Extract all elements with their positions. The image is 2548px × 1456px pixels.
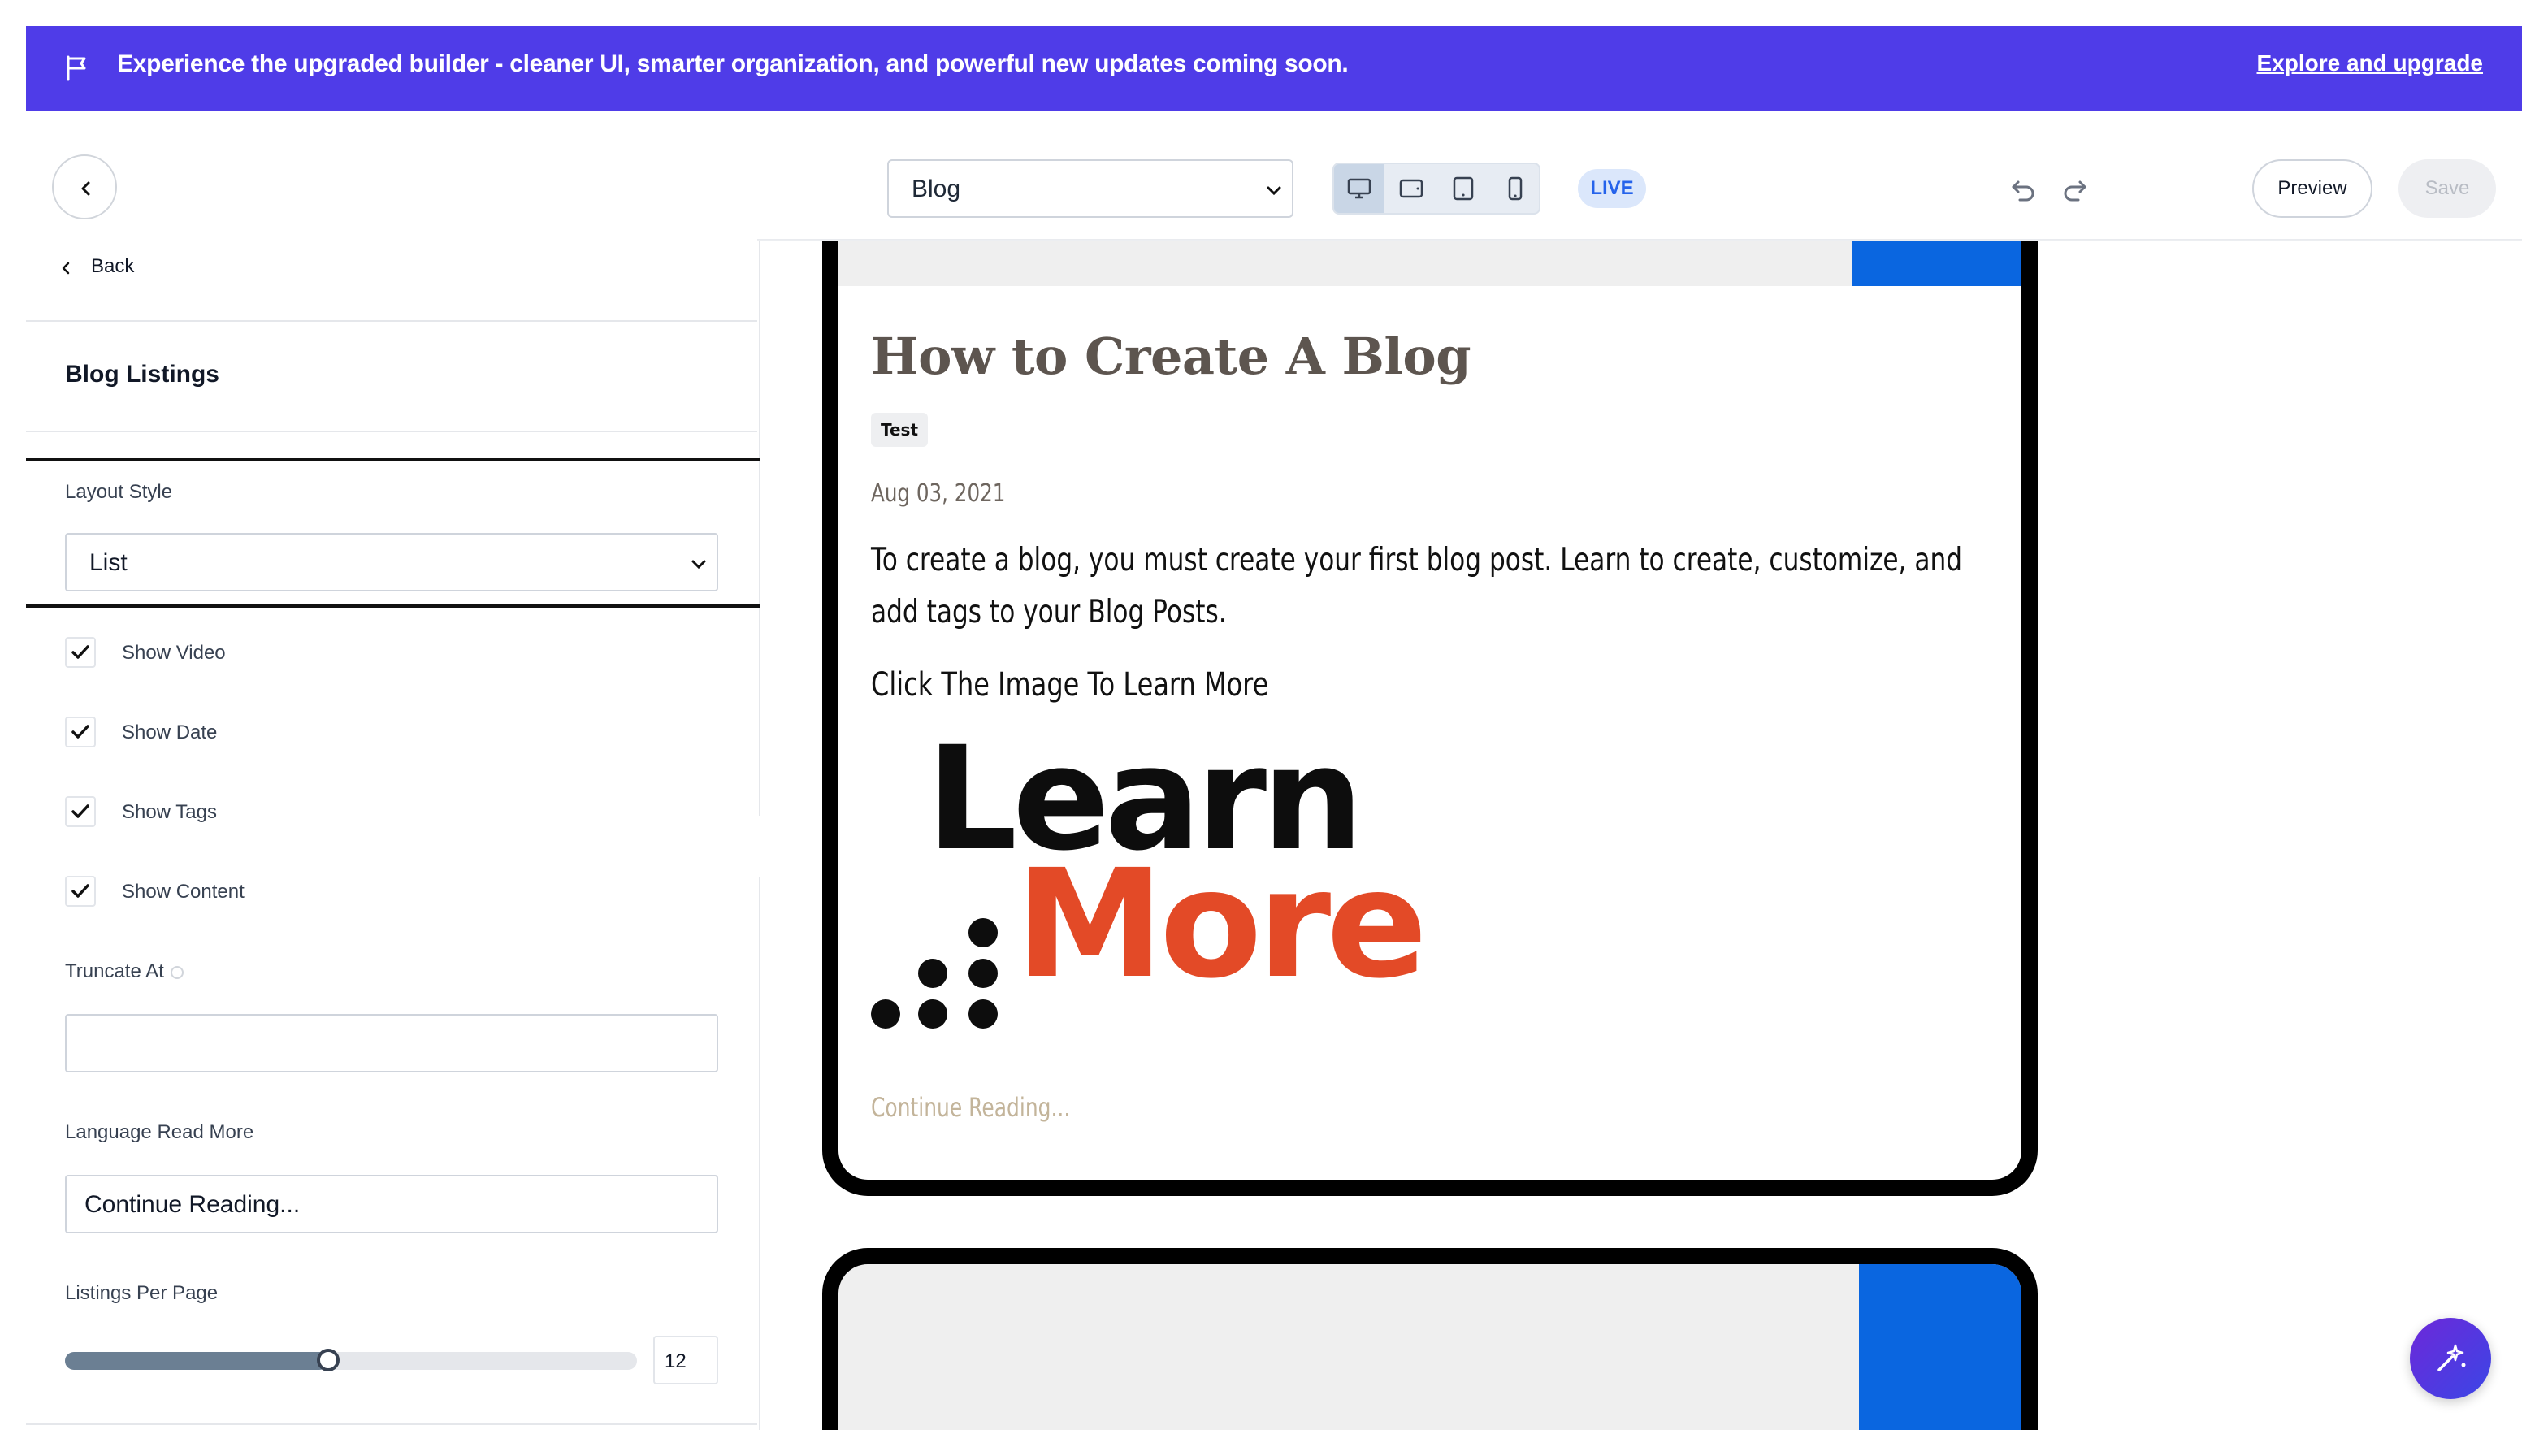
device-desktop-button[interactable] [1334,164,1384,213]
check-icon [72,884,89,898]
chevron-left-icon [62,262,70,275]
layout-style-value: List [89,549,128,576]
desktop-icon [1347,178,1372,199]
page-select[interactable]: Blog [887,159,1294,218]
tablet-landscape-icon [1399,179,1424,198]
per-page-label: Listings Per Page [65,1282,219,1304]
blog-post-card[interactable]: How to Create A Blog Test Aug 03, 2021 T… [822,240,2038,1196]
explore-upgrade-link[interactable]: Explore and upgrade [2257,50,2484,76]
device-tablet-portrait-button[interactable] [1438,164,1488,213]
preview-button[interactable]: Preview [2252,159,2372,218]
post-tag[interactable]: Test [871,413,929,447]
banner-message: Experience the upgraded builder - cleane… [117,50,1349,77]
device-switcher [1332,162,1540,214]
truncate-input[interactable] [65,1014,718,1072]
panel-back-label: Back [91,255,135,277]
sparkle-wand-icon [2438,1344,2466,1372]
builder-shell: Experience the upgraded builder - cleane… [26,26,2522,1430]
checkbox[interactable] [65,876,96,907]
checkbox-label: Show Video [122,642,226,664]
live-status-badge: LIVE [1578,169,1646,208]
redo-icon[interactable] [2060,176,2090,205]
slider-handle[interactable] [316,1349,340,1372]
panel-title: Blog Listings [65,361,219,388]
post-subheading: Click The Image To Learn More [871,666,1269,704]
post-excerpt: To create a blog, you must create your f… [871,542,1963,630]
checkbox-label: Show Date [122,722,218,743]
preview-canvas: How to Create A Blog Test Aug 03, 2021 T… [760,240,2522,1430]
chevron-down-icon [1267,186,1281,196]
read-more-input-value: Continue Reading... [84,1191,301,1218]
blog-post-card[interactable] [822,1248,2038,1430]
per-page-input[interactable]: 12 [653,1336,718,1384]
dots-logo-icon [871,918,998,1029]
read-more-label: Language Read More [65,1121,254,1143]
divider [26,431,757,432]
post-image-accent [1859,1264,2022,1430]
info-icon[interactable] [170,965,184,979]
truncate-label: Truncate At [65,960,184,983]
chevron-left-icon [81,181,90,196]
chevron-down-icon [691,560,706,570]
learn-more-logo-more[interactable]: More [1016,850,1428,999]
post-date: Aug 03, 2021 [871,479,1006,508]
post-title[interactable]: How to Create A Blog [871,327,1471,386]
ai-assistant-button[interactable] [2410,1318,2491,1399]
editor-toolbar: Blog LIVE Preview Save [26,110,2522,240]
device-mobile-button[interactable] [1490,164,1540,213]
upgrade-banner: Experience the upgraded builder - cleane… [26,26,2522,110]
post-image-area [838,240,2022,286]
tablet-portrait-icon [1453,176,1474,201]
per-page-slider[interactable] [65,1349,637,1372]
mobile-icon [1508,176,1523,201]
settings-panel: Back Blog Listings Layout Style List Sho… [26,240,769,1430]
layout-style-select[interactable]: List [65,533,718,592]
checkbox[interactable] [65,637,96,668]
check-icon [72,804,89,818]
per-page-value: 12 [665,1350,687,1372]
check-icon [72,725,89,739]
slider-fill [65,1352,328,1370]
checkbox[interactable] [65,717,96,748]
device-tablet-landscape-button[interactable] [1386,164,1436,213]
truncate-label-text: Truncate At [65,960,164,982]
read-more-input[interactable]: Continue Reading... [65,1175,718,1233]
divider [26,320,757,322]
checkbox[interactable] [65,796,96,827]
page-select-value: Blog [912,176,961,202]
post-image-accent [1852,240,2022,286]
checkbox-label: Show Tags [122,801,217,823]
check-icon [72,645,89,659]
continue-reading-link[interactable]: Continue Reading... [871,1092,1070,1123]
undo-icon[interactable] [2008,176,2038,205]
save-button[interactable]: Save [2398,159,2496,218]
layout-style-label: Layout Style [65,481,173,503]
flag-icon [67,55,86,81]
exit-button[interactable] [52,154,117,219]
divider [26,1424,757,1425]
checkbox-label: Show Content [122,881,245,903]
